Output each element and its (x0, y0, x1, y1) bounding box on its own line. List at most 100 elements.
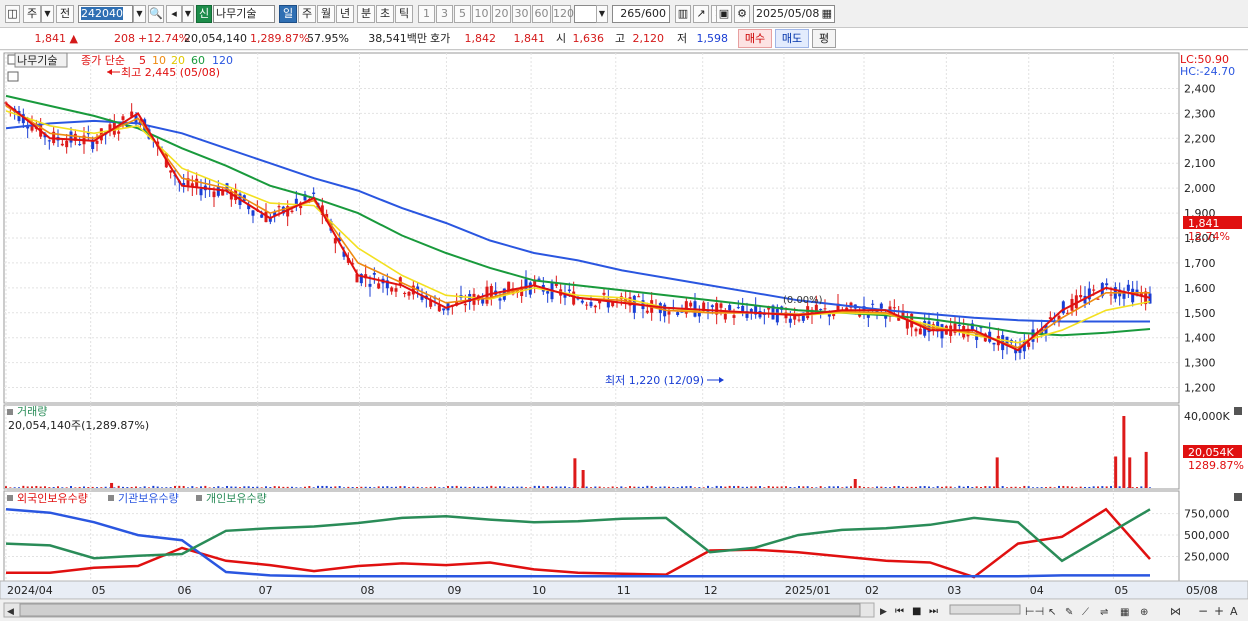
volume-bar (217, 486, 220, 488)
candle-body (169, 170, 173, 173)
interval-3[interactable]: 3 (436, 5, 453, 23)
legend-institution: 기관보유수량 (118, 492, 179, 505)
gear-icon[interactable]: ⚙ (734, 5, 750, 23)
volume-bar (143, 486, 146, 488)
volume-bar (702, 487, 705, 488)
volume-bar (655, 487, 657, 488)
volume-bar (611, 486, 614, 488)
code-dropdown-icon[interactable]: ▼ (133, 5, 146, 23)
panel-grid-icon[interactable] (7, 71, 19, 82)
high-price: 2,120 (632, 32, 665, 45)
candle-body (823, 308, 827, 310)
period-month-tab[interactable]: 월 (317, 5, 335, 23)
scroll-right-icon[interactable]: ▶ (880, 607, 887, 617)
scroll-left-icon[interactable]: ◀ (7, 607, 14, 617)
volume-bar (590, 487, 592, 488)
volume-bar (308, 486, 311, 488)
candle-body (69, 131, 73, 143)
window-menu-icon[interactable]: ◫ (5, 5, 20, 23)
nav-first-icon[interactable]: ⏮ (895, 606, 904, 617)
candle-body (819, 309, 823, 311)
volume-bar (754, 486, 757, 488)
zoom-out-icon[interactable]: − (1198, 604, 1208, 618)
stock-code-input[interactable]: 242040 (78, 5, 133, 23)
volume-bar (156, 486, 159, 488)
tool-chart-icon[interactable]: ⋈ (1170, 605, 1181, 618)
prev-button[interactable]: 전 (56, 5, 74, 23)
auto-scale-icon[interactable]: A (1230, 605, 1238, 618)
search-icon[interactable]: 🔍 (148, 5, 164, 23)
calendar-icon[interactable]: ▦ (822, 6, 832, 22)
tool-grid-icon[interactable]: ▦ (1120, 607, 1129, 618)
scrollbar-thumb[interactable] (19, 603, 861, 617)
volume-bar (984, 486, 987, 488)
bar-count-value: 265 (620, 7, 642, 20)
volume-bar (464, 486, 467, 488)
candle-body (806, 306, 810, 319)
candle-body (593, 305, 597, 308)
zoom-in-icon[interactable]: + (1214, 604, 1224, 618)
date-field[interactable]: 2025/05/08 ▦ (753, 5, 835, 23)
tool-cursor-icon[interactable]: ⊕ (1140, 607, 1148, 618)
volume-bar (685, 486, 688, 488)
period-minute-tab[interactable]: 분 (357, 5, 375, 23)
eval-button[interactable]: 평 (812, 29, 836, 48)
x-tick-label: 04 (1030, 584, 1044, 597)
tool-compare-icon[interactable]: ⇌ (1100, 607, 1108, 618)
period-day-tab[interactable]: 일 (279, 5, 297, 23)
volume-panel-close-icon[interactable] (1234, 407, 1242, 415)
volume-bar (607, 487, 610, 488)
volume-tag-pct: 1289.87% (1188, 459, 1244, 472)
volume-bar (122, 486, 124, 488)
volume-bar (1049, 486, 1052, 488)
nav-stop-icon[interactable]: ■ (912, 606, 921, 617)
zoom-ruler-icon[interactable]: ⊢⊣ (1025, 605, 1044, 618)
interval-5[interactable]: 5 (454, 5, 471, 23)
interval-60[interactable]: 60 (532, 5, 551, 23)
mode-button[interactable]: 주 (23, 5, 41, 23)
nav-last-icon[interactable]: ⏭ (929, 606, 938, 617)
volume-bar (1058, 485, 1060, 488)
volume-bar (555, 486, 558, 488)
interval-10[interactable]: 10 (472, 5, 491, 23)
interval-1[interactable]: 1 (418, 5, 435, 23)
speaker-icon[interactable]: ◂ (166, 5, 182, 23)
interval-120[interactable]: 120 (552, 5, 574, 23)
period-year-tab[interactable]: 년 (336, 5, 354, 23)
volume-bar (473, 486, 475, 488)
candle-body (47, 140, 51, 142)
draw-tool-icon[interactable]: ↗ (693, 5, 709, 23)
candle-type-icon[interactable]: ▥ (675, 5, 691, 23)
candle-body (290, 210, 294, 212)
stock-name-field[interactable]: 나무기술 (213, 5, 275, 23)
holding-panel-close-icon[interactable] (1234, 493, 1242, 501)
legend-foreign: 외국인보유수량 (17, 492, 88, 505)
interval-30[interactable]: 30 (512, 5, 531, 23)
volume-bar (356, 487, 358, 488)
tool-arrow-icon[interactable]: ↖ (1048, 607, 1056, 618)
mode-dropdown-icon[interactable]: ▼ (41, 5, 54, 23)
tool-text-icon[interactable]: ✎ (1065, 607, 1073, 618)
buy-button[interactable]: 매수 (738, 29, 772, 48)
interval-20[interactable]: 20 (492, 5, 511, 23)
sell-button[interactable]: 매도 (775, 29, 809, 48)
holding-y-tick: 500,000 (1184, 529, 1230, 542)
volume-bar (408, 487, 410, 488)
volume-bar (967, 486, 969, 488)
volume-bar (286, 486, 289, 488)
period-tick-tab[interactable]: 틱 (395, 5, 413, 23)
bar-count-input[interactable]: 265/600 (612, 5, 670, 23)
stock-chart[interactable]: 1,2001,3001,4001,5001,6001,7001,8001,900… (0, 51, 1248, 621)
tool-line-icon[interactable]: ⟋ (1082, 607, 1089, 618)
save-icon[interactable]: ▣ (716, 5, 732, 23)
custom-interval-dropdown-icon[interactable]: ▼ (596, 5, 608, 23)
speaker-dropdown-icon[interactable]: ▼ (182, 5, 194, 23)
period-second-tab[interactable]: 초 (376, 5, 394, 23)
volume-bar (776, 486, 779, 488)
x-tick-label: 05 (92, 584, 106, 597)
zoom-slider[interactable] (949, 604, 1021, 615)
period-week-tab[interactable]: 주 (298, 5, 316, 23)
volume-bar (516, 486, 519, 488)
candle-body (1131, 288, 1135, 303)
legend-sep-icon-1 (108, 495, 114, 501)
